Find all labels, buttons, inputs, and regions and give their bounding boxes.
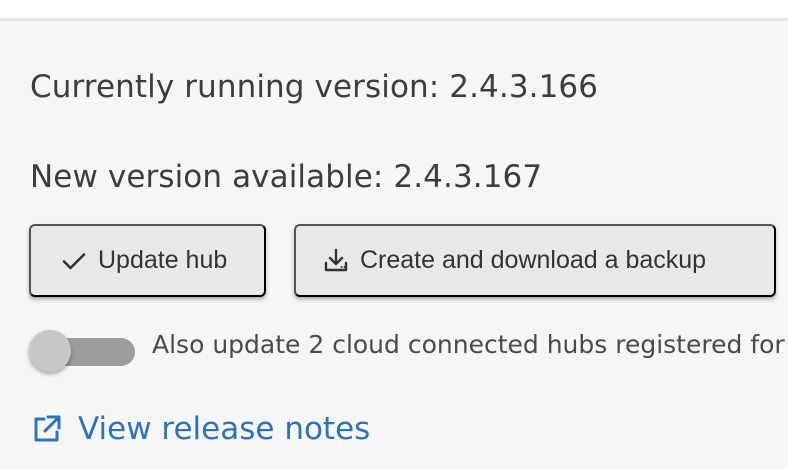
update-hub-button[interactable]: Update hub (29, 224, 266, 297)
update-hub-label: Update hub (98, 246, 228, 274)
hub-update-panel: Currently running version: 2.4.3.166 New… (0, 0, 788, 469)
check-icon (58, 245, 90, 277)
view-release-notes-label: View release notes (78, 411, 371, 447)
view-release-notes-link[interactable]: View release notes (29, 408, 370, 450)
external-link-icon (29, 411, 65, 447)
current-version-text: Currently running version: 2.4.3.166 (30, 69, 599, 105)
cloud-hubs-update-toggle[interactable] (29, 330, 135, 372)
download-tray-icon (320, 245, 352, 277)
new-version-text: New version available: 2.4.3.167 (30, 159, 543, 195)
toggle-thumb (29, 330, 71, 372)
cloud-hubs-update-label: Also update 2 cloud connected hubs regis… (152, 330, 788, 359)
top-panel (0, 0, 788, 21)
create-download-backup-label: Create and download a backup (360, 246, 707, 274)
create-download-backup-button[interactable]: Create and download a backup (294, 224, 776, 297)
